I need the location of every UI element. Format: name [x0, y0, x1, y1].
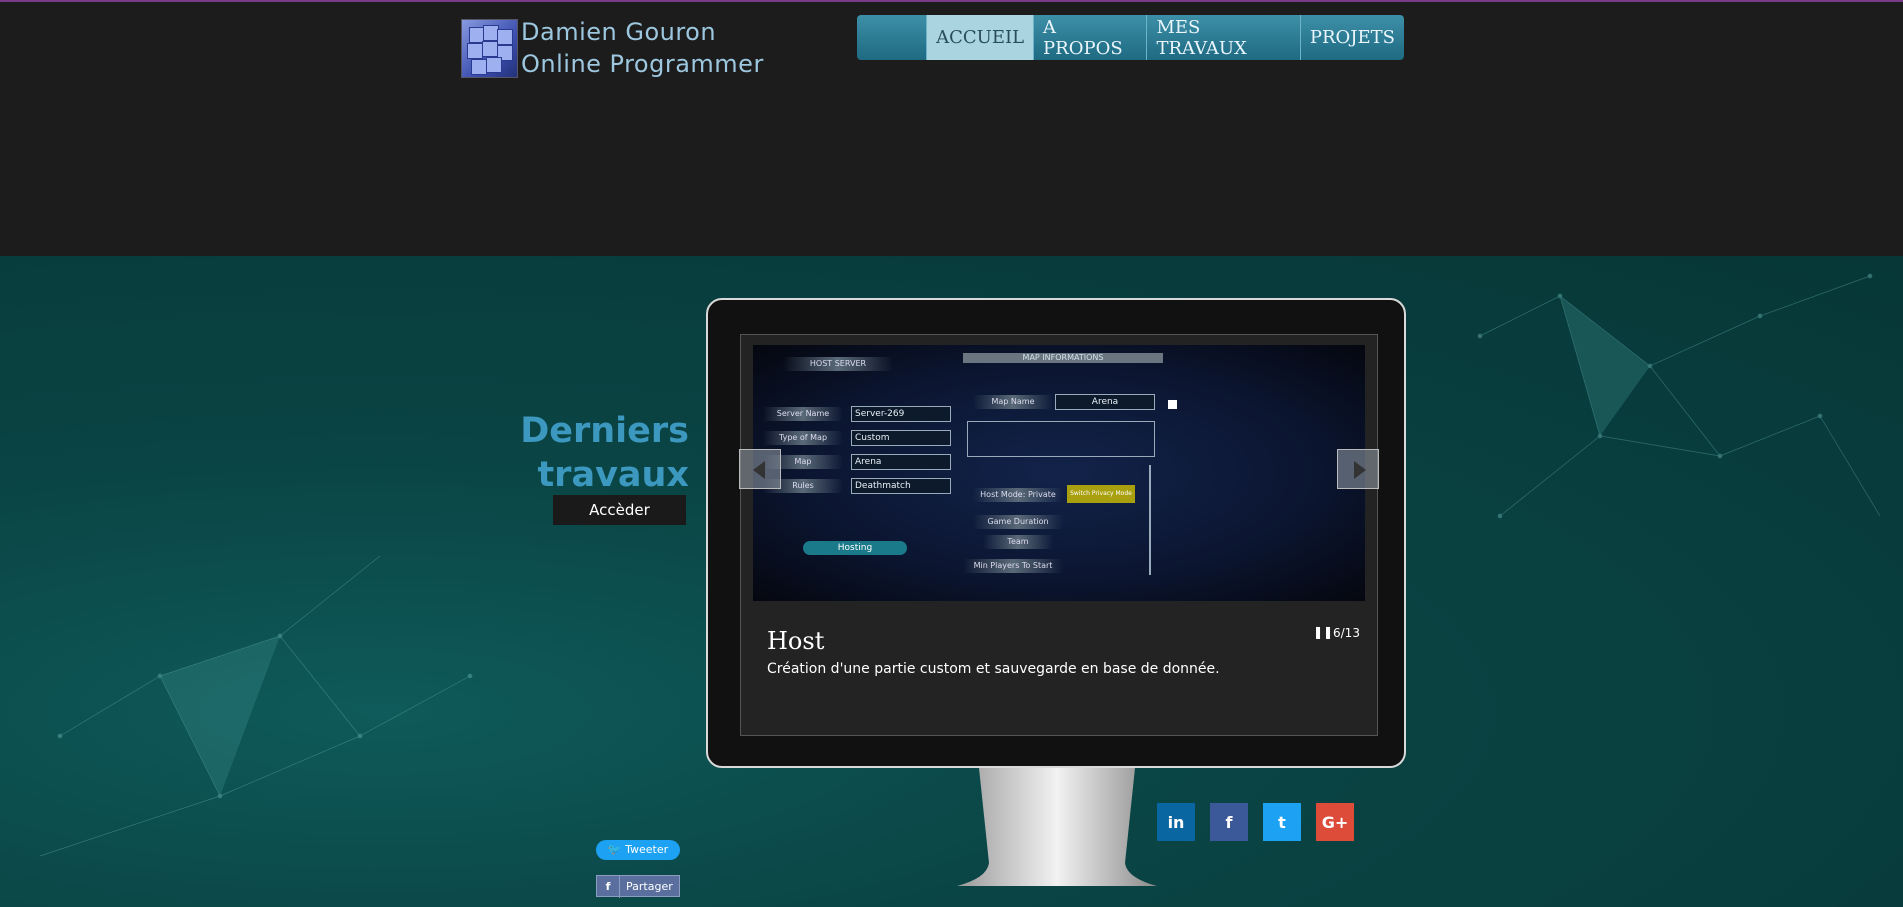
linkedin-icon[interactable]: in — [1157, 803, 1195, 841]
slide-image: HOST SERVER MAP INFORMATIONS Server Name… — [753, 345, 1365, 601]
tweet-button[interactable]: 🐦 Tweeter — [596, 840, 680, 860]
pause-icon[interactable]: ❚❚ — [1313, 625, 1333, 639]
facebook-icon[interactable]: f — [1210, 803, 1248, 841]
nav-item-accueil[interactable]: ACCUEIL — [927, 15, 1035, 60]
nav-item-projets[interactable]: PROJETS — [1301, 15, 1404, 60]
prev-slide-button[interactable] — [739, 449, 781, 489]
nav-item-a-propos[interactable]: A PROPOS — [1034, 15, 1148, 60]
map-name-label: Map Name — [973, 395, 1053, 409]
access-button[interactable]: Accèder — [553, 495, 686, 525]
map-type-label: Type of Map — [763, 431, 843, 445]
map-type-field: Custom — [851, 430, 951, 446]
hosting-button: Hosting — [803, 541, 907, 555]
main-nav: ACCUEIL A PROPOS MES TRAVAUX PROJETS — [857, 15, 1404, 60]
slide-counter: 6/13 — [1333, 626, 1360, 640]
facebook-share-button[interactable]: f Partager — [596, 875, 680, 898]
google-plus-icon[interactable]: G+ — [1316, 803, 1354, 841]
switch-privacy-button: Switch Privacy Mode — [1067, 485, 1135, 503]
nav-item-mes-travaux[interactable]: MES TRAVAUX — [1147, 15, 1301, 60]
next-slide-button[interactable] — [1337, 449, 1379, 489]
server-name-label: Server Name — [763, 407, 843, 421]
host-mode-label: Host Mode: Private — [973, 488, 1063, 502]
min-players-label: Min Players To Start — [963, 559, 1063, 573]
nav-spacer — [857, 15, 928, 60]
facebook-share-icon: f — [597, 876, 620, 898]
scrollbar-track — [1149, 465, 1151, 575]
tweet-label: Tweeter — [625, 843, 669, 856]
section-title-line1: Derniers — [520, 411, 689, 451]
checkbox-icon — [1168, 400, 1177, 409]
arrow-right-icon — [1354, 461, 1366, 479]
map-info-label: MAP INFORMATIONS — [963, 353, 1163, 363]
arrow-left-icon — [753, 461, 765, 479]
section-title-line2: travaux — [537, 455, 689, 495]
team-label: Team — [983, 535, 1053, 549]
brand-name: Damien Gouron — [521, 18, 717, 46]
map-preview-box — [967, 421, 1155, 457]
host-server-label: HOST SERVER — [783, 357, 893, 371]
twitter-icon[interactable]: t — [1263, 803, 1301, 841]
slide-description: Création d'une partie custom et sauvegar… — [767, 661, 1220, 677]
server-name-field: Server-269 — [851, 406, 951, 422]
monitor-slideshow: HOST SERVER MAP INFORMATIONS Server Name… — [706, 298, 1406, 768]
rules-field: Deathmatch — [851, 478, 951, 494]
game-duration-label: Game Duration — [973, 515, 1063, 529]
brand-tagline: Online Programmer — [521, 50, 764, 78]
monitor-stand — [957, 768, 1157, 886]
facebook-share-label: Partager — [626, 880, 673, 893]
map-name-field: Arena — [1055, 394, 1155, 410]
slideshow-frame: HOST SERVER MAP INFORMATIONS Server Name… — [739, 334, 1379, 736]
slide-title: Host — [767, 627, 825, 655]
map-field: Arena — [851, 454, 951, 470]
cube-logo-icon[interactable] — [461, 19, 518, 78]
section-title: Derniers travaux — [520, 409, 689, 497]
site-brand[interactable]: Damien Gouron Online Programmer — [521, 16, 764, 80]
